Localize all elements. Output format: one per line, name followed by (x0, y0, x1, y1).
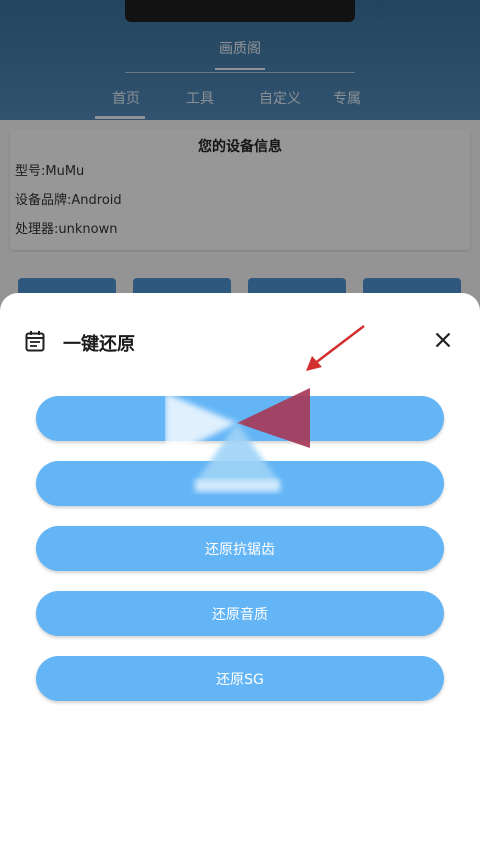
restore-antialias-button[interactable]: 还原抗锯齿 (36, 526, 444, 571)
calendar-icon (25, 330, 45, 352)
close-button[interactable] (430, 329, 456, 355)
close-icon (435, 332, 451, 352)
sheet-title: 一键还原 (63, 334, 135, 355)
restore-audio-button[interactable]: 还原音质 (36, 591, 444, 636)
redaction-blur-mark (165, 388, 310, 492)
annotation-arrow (306, 325, 365, 371)
restore-bottom-sheet: 一键还原 还原抗锯齿 还原音质 还原SG (0, 293, 480, 853)
restore-sg-button[interactable]: 还原SG (36, 656, 444, 701)
